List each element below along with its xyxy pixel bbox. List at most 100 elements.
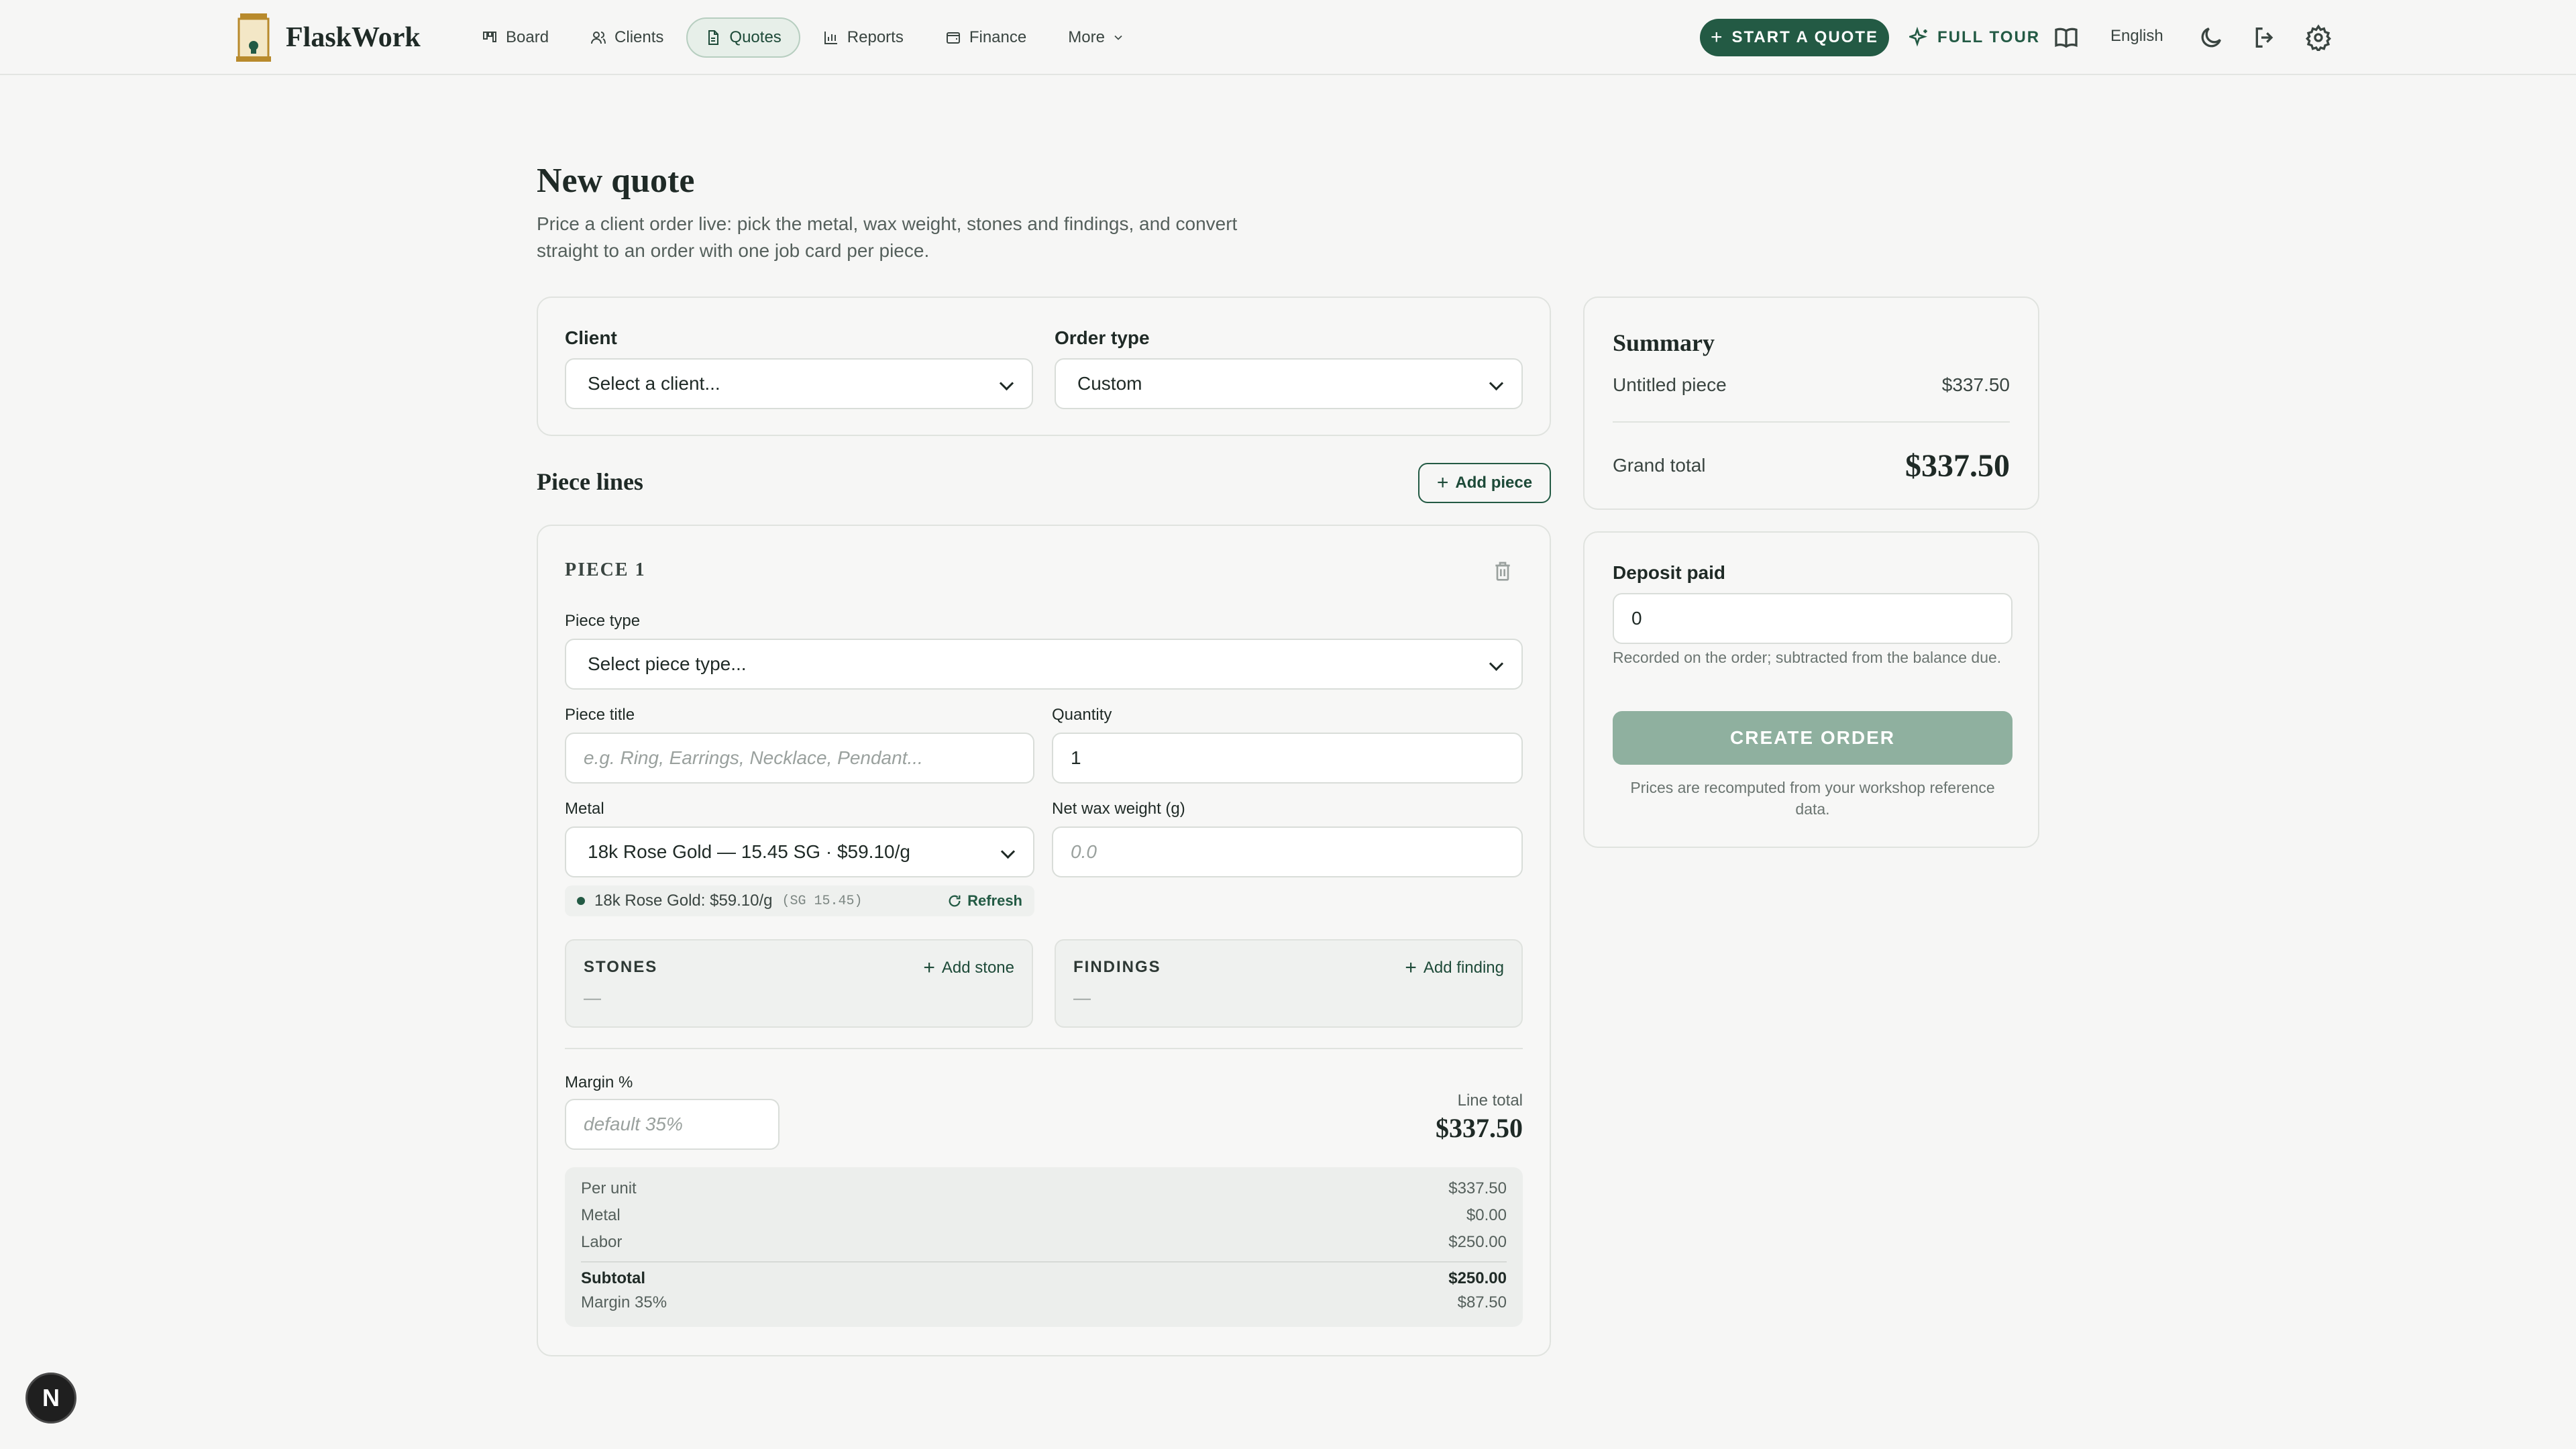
metal-rate-sg: (SG 15.45) bbox=[782, 893, 863, 909]
refresh-label: Refresh bbox=[967, 892, 1022, 909]
quantity-label: Quantity bbox=[1052, 706, 1112, 724]
recompute-footnote: Prices are recomputed from your workshop… bbox=[1630, 779, 1995, 818]
breakdown-row-metal: Metal $0.00 bbox=[581, 1206, 1507, 1228]
refresh-rate-button[interactable]: Refresh bbox=[947, 892, 1022, 910]
start-quote-label: START A QUOTE bbox=[1731, 28, 1878, 46]
margin-label: Margin % bbox=[565, 1073, 633, 1091]
top-navigation-bar: FlaskWork Board Clients Quotes Reports F… bbox=[0, 0, 2576, 75]
breakdown-value: $250.00 bbox=[1448, 1269, 1507, 1287]
piece-title-label: Piece title bbox=[565, 706, 635, 724]
plus-icon: + bbox=[1405, 957, 1417, 979]
trash-icon[interactable] bbox=[1492, 559, 1513, 582]
summary-title: Summary bbox=[1613, 329, 1715, 356]
breakdown-label: Labor bbox=[581, 1233, 623, 1251]
breakdown-row-labor: Labor $250.00 bbox=[581, 1233, 1507, 1254]
order-type-value: Custom bbox=[1077, 373, 1142, 394]
full-tour-button[interactable]: FULL TOUR bbox=[1909, 19, 2040, 56]
wax-weight-input[interactable]: 0.0 bbox=[1052, 826, 1523, 877]
piece-title-input[interactable]: e.g. Ring, Earrings, Necklace, Pendant..… bbox=[565, 733, 1034, 784]
findings-title: FINDINGS bbox=[1073, 958, 1161, 976]
plus-icon: + bbox=[923, 957, 935, 979]
brand[interactable]: FlaskWork bbox=[235, 12, 421, 63]
metal-label: Metal bbox=[565, 800, 604, 818]
piece-header: PIECE 1 bbox=[565, 559, 646, 580]
price-breakdown: Per unit $337.50 Metal $0.00 Labor $250.… bbox=[565, 1167, 1523, 1327]
add-piece-button[interactable]: + Add piece bbox=[1418, 463, 1551, 503]
piece-title-placeholder: e.g. Ring, Earrings, Necklace, Pendant..… bbox=[584, 747, 923, 768]
add-finding-button[interactable]: + Add finding bbox=[1405, 957, 1504, 979]
flask-logo-icon bbox=[235, 12, 272, 63]
breakdown-label: Per unit bbox=[581, 1179, 637, 1197]
nav-item-quotes[interactable]: Quotes bbox=[686, 17, 800, 58]
add-finding-label: Add finding bbox=[1423, 959, 1504, 977]
client-select-value: Select a client... bbox=[588, 373, 720, 394]
language-selector[interactable]: English bbox=[2110, 27, 2163, 46]
document-icon bbox=[708, 30, 719, 45]
logout-icon[interactable] bbox=[2251, 24, 2278, 51]
add-stone-label: Add stone bbox=[941, 959, 1014, 977]
plus-icon: + bbox=[1436, 472, 1449, 494]
order-details-card: Client Select a client... Order type Cus… bbox=[537, 297, 1551, 436]
margin-input[interactable]: default 35% bbox=[565, 1099, 780, 1150]
stones-empty: — bbox=[584, 987, 601, 1008]
add-stone-button[interactable]: + Add stone bbox=[923, 957, 1014, 979]
summary-card: Summary Untitled piece $337.50 Grand tot… bbox=[1583, 297, 2039, 510]
assistant-avatar-button[interactable]: N bbox=[25, 1373, 76, 1424]
order-type-label: Order type bbox=[1055, 327, 1150, 348]
deposit-card: Deposit paid 0 Recorded on the order; su… bbox=[1583, 531, 2039, 848]
deposit-input[interactable]: 0 bbox=[1613, 593, 2012, 644]
wax-weight-label: Net wax weight (g) bbox=[1052, 800, 1185, 818]
breakdown-value: $0.00 bbox=[1466, 1206, 1507, 1224]
nav-item-more[interactable]: More bbox=[1049, 17, 1144, 58]
quantity-input[interactable]: 1 bbox=[1052, 733, 1523, 784]
breakdown-value: $250.00 bbox=[1448, 1233, 1507, 1251]
order-type-select[interactable]: Custom bbox=[1055, 358, 1523, 409]
page-subtitle: Price a client order live: pick the meta… bbox=[537, 213, 1238, 261]
summary-line-item: Untitled piece $337.50 bbox=[1613, 374, 2010, 396]
users-icon bbox=[591, 32, 606, 44]
nav-label: Clients bbox=[614, 28, 664, 46]
plus-icon: + bbox=[1711, 26, 1724, 48]
nav-label: Quotes bbox=[729, 28, 782, 46]
piece-type-label: Piece type bbox=[565, 612, 641, 630]
breakdown-label: Subtotal bbox=[581, 1269, 645, 1287]
nav-item-board[interactable]: Board bbox=[463, 17, 568, 58]
breakdown-value: $87.50 bbox=[1457, 1293, 1507, 1311]
book-icon[interactable] bbox=[2053, 24, 2080, 51]
nav-label: More bbox=[1068, 28, 1105, 46]
deposit-hint: Recorded on the order; subtracted from t… bbox=[1613, 649, 2002, 666]
moon-icon[interactable] bbox=[2198, 24, 2224, 51]
findings-empty: — bbox=[1073, 987, 1091, 1008]
chevron-down-icon bbox=[1114, 35, 1122, 40]
findings-section: FINDINGS + Add finding — bbox=[1055, 939, 1523, 1028]
nav-item-reports[interactable]: Reports bbox=[804, 17, 922, 58]
metal-select[interactable]: 18k Rose Gold — 15.45 SG · $59.10/g bbox=[565, 826, 1034, 877]
deposit-label: Deposit paid bbox=[1613, 562, 1726, 583]
add-piece-label: Add piece bbox=[1455, 474, 1533, 492]
breakdown-row-margin: Margin 35% $87.50 bbox=[581, 1293, 1507, 1315]
create-order-label: CREATE ORDER bbox=[1730, 727, 1895, 748]
stones-title: STONES bbox=[584, 958, 658, 976]
avatar-initial: N bbox=[42, 1384, 60, 1411]
piece-type-value: Select piece type... bbox=[588, 653, 747, 674]
gear-icon[interactable] bbox=[2305, 24, 2332, 54]
client-select[interactable]: Select a client... bbox=[565, 358, 1033, 409]
summary-item-label: Untitled piece bbox=[1613, 374, 1727, 395]
grand-total-value: $337.50 bbox=[1905, 447, 2010, 484]
nav-label: Reports bbox=[847, 28, 904, 46]
line-total-label: Line total bbox=[1457, 1091, 1523, 1110]
nav-item-finance[interactable]: Finance bbox=[926, 17, 1045, 58]
piece-type-select[interactable]: Select piece type... bbox=[565, 639, 1523, 690]
margin-placeholder: default 35% bbox=[584, 1114, 683, 1134]
client-label: Client bbox=[565, 327, 617, 348]
quantity-value: 1 bbox=[1071, 747, 1081, 768]
wax-weight-placeholder: 0.0 bbox=[1071, 841, 1097, 862]
create-order-button[interactable]: CREATE ORDER bbox=[1613, 711, 2012, 765]
start-quote-button[interactable]: + START A QUOTE bbox=[1700, 19, 1889, 56]
brand-name: FlaskWork bbox=[286, 22, 421, 53]
breakdown-value: $337.50 bbox=[1448, 1179, 1507, 1197]
wallet-icon bbox=[946, 32, 960, 44]
divider bbox=[1613, 421, 2010, 423]
nav-item-clients[interactable]: Clients bbox=[572, 17, 682, 58]
grand-total-row: Grand total $337.50 bbox=[1613, 445, 2010, 486]
